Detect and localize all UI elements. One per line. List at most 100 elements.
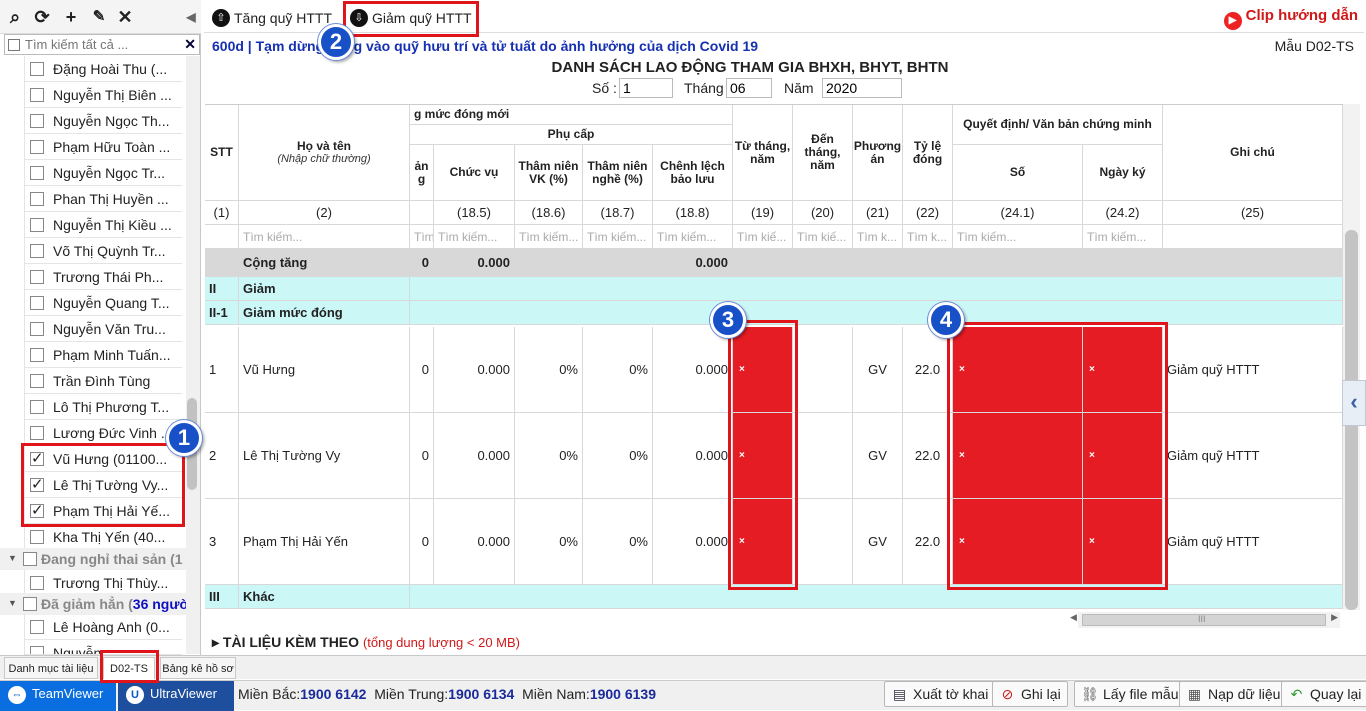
back-button[interactable]: ↶ Quay lại [1281, 681, 1366, 707]
list-item[interactable]: Nguyễn Thị Kiều ... [24, 212, 182, 238]
checkbox[interactable] [30, 646, 44, 654]
row-rate[interactable]: 22.0 [903, 413, 953, 499]
row-difference[interactable]: 0.000 [653, 499, 733, 585]
group-checkbox[interactable] [23, 552, 37, 566]
row-seniority-job[interactable]: 0% [583, 327, 653, 413]
list-item[interactable]: Nguyễn Văn Tru... [24, 316, 182, 342]
row-note[interactable]: Giảm quỹ HTTT [1163, 327, 1343, 413]
save-button[interactable]: ⊘ Ghi lại [992, 681, 1068, 707]
list-item[interactable]: Võ Thị Quỳnh Tr... [24, 238, 182, 264]
list-item[interactable]: Trần Đình Tùng [24, 368, 182, 394]
scroll-right-icon[interactable]: ▶ [1331, 612, 1338, 623]
nam-input[interactable] [822, 78, 902, 98]
tab-records[interactable]: Bảng kê hồ sơ [160, 657, 236, 679]
collapse-icon[interactable]: ◀ [180, 6, 202, 28]
checkbox[interactable] [30, 218, 44, 232]
row-note[interactable]: Giảm quỹ HTTT [1163, 499, 1343, 585]
checkbox[interactable] [30, 114, 44, 128]
filter-input[interactable]: Tìm kiếm... [1083, 225, 1163, 249]
row-plan[interactable]: GV [853, 499, 903, 585]
list-item[interactable]: Trương Thái Ph... [24, 264, 182, 290]
row-to-month[interactable] [793, 413, 853, 499]
row-difference[interactable]: 0.000 [653, 413, 733, 499]
row-partial[interactable]: 0 [410, 327, 434, 413]
row-rate[interactable]: 22.0 [903, 327, 953, 413]
search-icon[interactable]: ⌕ [4, 6, 26, 28]
checkbox[interactable] [30, 322, 44, 336]
checkbox[interactable] [30, 576, 44, 590]
checkbox[interactable] [30, 620, 44, 634]
row-to-month[interactable] [793, 327, 853, 413]
load-data-button[interactable]: ▦ Nạp dữ liệu [1179, 681, 1288, 707]
chevron-down-icon[interactable]: ▼ [8, 598, 17, 608]
row-note[interactable]: Giảm quỹ HTTT [1163, 413, 1343, 499]
select-all-checkbox[interactable] [8, 39, 20, 51]
filter-input[interactable]: Tìm kiếm... [239, 225, 410, 249]
row-position[interactable]: 0.000 [434, 327, 515, 413]
row-seniority-vk[interactable]: 0% [515, 413, 583, 499]
filter-input[interactable]: Tìm kiếm... [434, 225, 515, 249]
row-position[interactable]: 0.000 [434, 413, 515, 499]
filter-input[interactable]: Tìm kiếm... [583, 225, 653, 249]
checkbox[interactable] [30, 192, 44, 206]
list-item[interactable]: Nguyễn Ngọc Th... [24, 108, 182, 134]
close-icon[interactable]: ✕ [114, 6, 136, 28]
row-position[interactable]: 0.000 [434, 499, 515, 585]
row-seniority-job[interactable]: 0% [583, 413, 653, 499]
get-template-button[interactable]: ⛓ Lấy file mẫu [1074, 681, 1186, 707]
checkbox[interactable] [30, 296, 44, 310]
list-item[interactable]: Lô Thị Phương T... [24, 394, 182, 420]
checkbox[interactable] [30, 166, 44, 180]
filter-input[interactable]: Tìm kiếm... [410, 225, 434, 249]
checkbox[interactable] [30, 374, 44, 388]
group-maternity[interactable]: ▼ Đang nghỉ thai sản (1 [0, 548, 186, 570]
so-input[interactable] [619, 78, 673, 98]
thang-input[interactable] [726, 78, 772, 98]
refresh-icon[interactable]: ⟳ [31, 6, 53, 28]
clear-search-icon[interactable]: ✕ [184, 36, 196, 53]
chevron-down-icon[interactable]: ▼ [8, 553, 17, 563]
list-scrollbar[interactable] [186, 56, 200, 654]
checkbox[interactable] [30, 400, 44, 414]
scroll-left-icon[interactable]: ◀ [1070, 612, 1077, 623]
row-rate[interactable]: 22.0 [903, 499, 953, 585]
tab-documents[interactable]: Danh mục tài liệu [4, 657, 98, 679]
list-item[interactable]: Lê Hoàng Anh (0... [24, 614, 182, 640]
row-to-month[interactable] [793, 499, 853, 585]
increase-fund-button[interactable]: ⇧ Tăng quỹ HTTT [208, 5, 332, 31]
export-button[interactable]: ▤ Xuất tờ khai [884, 681, 996, 707]
filter-input[interactable] [1163, 225, 1343, 249]
checkbox[interactable] [30, 270, 44, 284]
checkbox[interactable] [30, 88, 44, 102]
ultraviewer-button[interactable]: U UltraViewer [118, 681, 234, 711]
filter-input[interactable]: Tìm kiếm... [953, 225, 1083, 249]
checkbox[interactable] [30, 426, 44, 440]
filter-input[interactable]: Tìm kiế... [793, 225, 853, 249]
filter-input[interactable]: Tìm k... [903, 225, 953, 249]
search-input[interactable] [25, 36, 185, 53]
list-item[interactable]: Nguyễn Quang T... [24, 290, 182, 316]
list-item[interactable]: Đặng Hoài Thu (... [24, 56, 182, 82]
filter-input[interactable]: Tìm kiếm... [653, 225, 733, 249]
checkbox[interactable] [30, 62, 44, 76]
row-name[interactable]: Phạm Thị Hải Yến [239, 499, 410, 585]
row-seniority-vk[interactable]: 0% [515, 499, 583, 585]
list-item[interactable]: Nguyễn Ngọc Tr... [24, 160, 182, 186]
checkbox[interactable] [30, 348, 44, 362]
row-seniority-vk[interactable]: 0% [515, 327, 583, 413]
side-panel-toggle[interactable]: ‹ [1342, 380, 1366, 426]
list-item[interactable]: Nguyễn Thị Biên ... [24, 82, 182, 108]
group-checkbox[interactable] [23, 597, 37, 611]
list-item[interactable]: Phạm Hữu Toàn ... [24, 134, 182, 160]
row-name[interactable]: Vũ Hưng [239, 327, 410, 413]
checkbox[interactable] [30, 244, 44, 258]
row-difference[interactable]: 0.000 [653, 327, 733, 413]
attachments-section[interactable]: ▸ TÀI LIỆU KÈM THEO (tổng dung lượng < 2… [212, 634, 520, 651]
add-icon[interactable]: + [60, 6, 82, 28]
edit-icon[interactable]: ✎ [88, 6, 110, 28]
group-reduced[interactable]: ▼ Đã giảm hẳn (36 người [0, 593, 193, 615]
row-plan[interactable]: GV [853, 413, 903, 499]
row-partial[interactable]: 0 [410, 499, 434, 585]
list-item[interactable]: Phan Thị Huyền ... [24, 186, 182, 212]
row-name[interactable]: Lê Thị Tường Vy [239, 413, 410, 499]
